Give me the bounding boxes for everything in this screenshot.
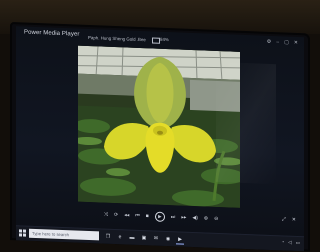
next-icon[interactable]: ⏭: [171, 214, 176, 220]
windows-start-icon[interactable]: [19, 229, 26, 237]
settings-icon[interactable]: ⚙: [267, 39, 271, 45]
screen: Power Media Player Paph. Hung Sheng Gold…: [16, 26, 304, 252]
playback-controls: ⤨ ⟳ ◂◂ ⏮ ■ ▶ ⏭ ▸▸ ◀) ⊕ ⊖: [104, 210, 218, 224]
app-title: Power Media Player: [24, 29, 80, 38]
notification-icon[interactable]: ▭: [296, 240, 300, 246]
store-icon[interactable]: ▣: [140, 233, 148, 242]
zoom-out-icon[interactable]: ⊖: [214, 216, 218, 222]
mail-icon[interactable]: ✉: [152, 233, 160, 242]
taskbar: Type here to search ❐ e ▬ ▣ ✉ ◉ ▶ ◔ ◁ ▭: [16, 225, 304, 252]
taskbar-search-input[interactable]: Type here to search: [29, 228, 99, 241]
network-icon[interactable]: ◔: [281, 239, 284, 245]
stop-icon[interactable]: ■: [146, 213, 149, 219]
orchid-photo: [78, 45, 240, 208]
file-name: Paph. Hung Sheng Gold .Bee: [88, 34, 146, 43]
window-buttons: ⚙ – ▢ ✕: [267, 39, 298, 46]
chrome-icon[interactable]: ◉: [164, 234, 172, 243]
close-icon[interactable]: ✕: [292, 217, 296, 223]
previous-icon[interactable]: ⏮: [135, 213, 140, 219]
right-controls: ⤢ ✕: [282, 216, 296, 223]
file-explorer-icon[interactable]: ▬: [128, 233, 136, 242]
system-tray: ◔ ◁ ▭: [281, 239, 300, 246]
taskbar-apps: ❐ e ▬ ▣ ✉ ◉ ▶: [104, 232, 184, 245]
minimize-icon[interactable]: –: [276, 39, 279, 45]
close-icon[interactable]: ✕: [294, 40, 298, 46]
repeat-icon[interactable]: ⟳: [114, 212, 118, 218]
maximize-icon[interactable]: ▢: [284, 40, 289, 46]
fullscreen-icon[interactable]: ⤢: [282, 216, 286, 222]
fast-forward-icon[interactable]: ▸▸: [181, 215, 186, 221]
zoom-level: 84%: [160, 36, 169, 43]
zoom-in-icon[interactable]: ⊕: [204, 215, 208, 221]
image-icon: [152, 37, 160, 44]
monitor: Power Media Player Paph. Hung Sheng Gold…: [10, 22, 310, 252]
shuffle-icon[interactable]: ⤨: [104, 212, 108, 218]
rewind-icon[interactable]: ◂◂: [124, 212, 129, 218]
volume-icon[interactable]: ◀): [192, 215, 198, 221]
speaker-icon[interactable]: ◁: [288, 240, 292, 246]
play-icon[interactable]: ▶: [154, 211, 165, 222]
